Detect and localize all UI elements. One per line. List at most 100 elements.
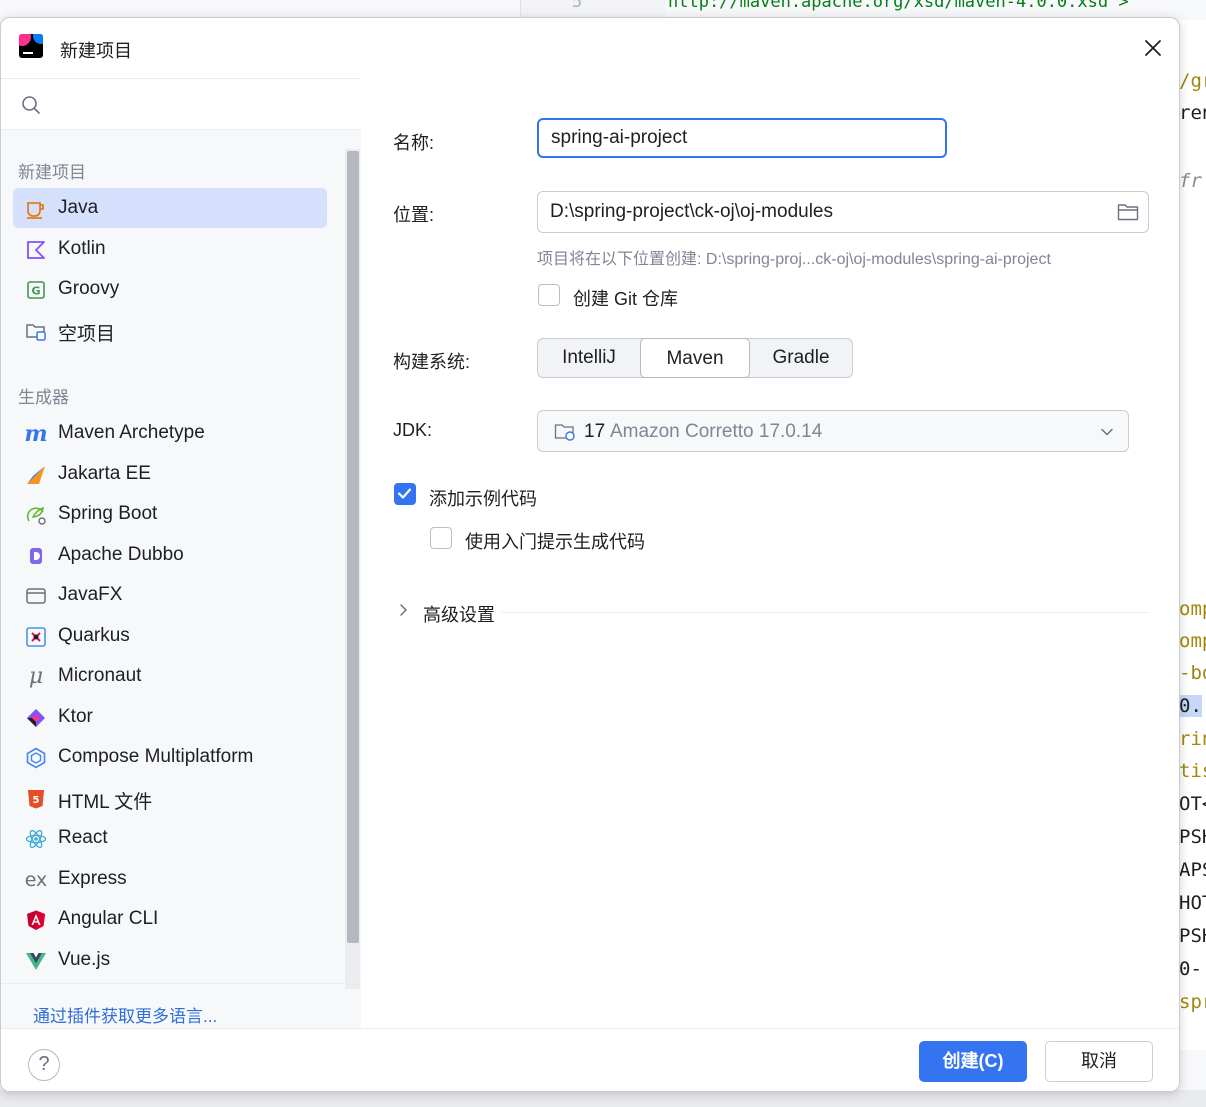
quarkus-icon [25, 626, 47, 648]
sidebar-item-label: Compose Multiplatform [58, 746, 254, 767]
java-cup-icon [25, 198, 47, 220]
chevron-down-icon [1101, 428, 1113, 436]
micronaut-icon: μ [28, 664, 44, 689]
sidebar-item-label: Maven Archetype [58, 422, 205, 443]
spring-boot-icon [25, 504, 47, 526]
sidebar-item-kotlin[interactable]: Kotlin [13, 229, 327, 269]
editor-code-fragment: rin [1179, 728, 1206, 750]
editor-code-fragment: APS [1179, 859, 1206, 881]
sidebar-scrollbar-thumb[interactable] [347, 151, 359, 943]
sidebar-item-angular-cli[interactable]: Angular CLI [13, 899, 327, 939]
sidebar-item-label: Kotlin [58, 238, 106, 259]
kotlin-icon [25, 239, 47, 261]
sidebar-item-java[interactable]: Java [13, 188, 327, 228]
vue-icon [25, 950, 47, 972]
sidebar-item-empty-project[interactable]: 空项目 [13, 310, 327, 350]
sidebar-item-html-file[interactable]: 5 HTML 文件 [13, 778, 327, 818]
sidebar-item-javafx[interactable]: JavaFX [13, 575, 327, 615]
sidebar-search-input[interactable] [1, 79, 361, 130]
gutter-line-number: 5 [572, 0, 583, 12]
cancel-button[interactable]: 取消 [1045, 1041, 1153, 1082]
create-git-repo-label: 创建 Git 仓库 [573, 289, 679, 309]
sidebar-item-vuejs[interactable]: Vue.js [13, 940, 327, 980]
sidebar-item-label: 空项目 [58, 324, 116, 345]
dubbo-icon [25, 545, 47, 567]
sidebar-item-compose-multiplatform[interactable]: Compose Multiplatform [13, 737, 327, 777]
build-option-intellij[interactable]: IntelliJ [538, 339, 640, 377]
intellij-logo-icon [19, 34, 43, 58]
sidebar-divider [1, 983, 345, 984]
sidebar-item-label: Ktor [58, 706, 93, 727]
build-option-gradle[interactable]: Gradle [750, 339, 852, 377]
name-label: 名称: [393, 133, 435, 153]
sidebar-item-quarkus[interactable]: Quarkus [13, 616, 327, 656]
help-button[interactable]: ? [28, 1049, 60, 1081]
sidebar-item-ktor[interactable]: Ktor [13, 697, 327, 737]
editor-code-fragment: 0. [1179, 695, 1202, 717]
react-icon [25, 828, 47, 850]
add-sample-code-checkbox[interactable] [394, 483, 416, 505]
location-hint: 项目将在以下位置创建: D:\spring-proj...ck-oj\oj-mo… [537, 251, 1051, 268]
editor-code-fragment: OT< [1179, 793, 1206, 815]
create-button[interactable]: 创建(C) [919, 1041, 1027, 1082]
close-icon[interactable] [1141, 36, 1165, 60]
express-icon: ex [24, 869, 48, 891]
sidebar-item-label: React [58, 827, 108, 848]
jdk-folder-icon [554, 424, 575, 441]
sidebar-item-label: Angular CLI [58, 908, 159, 929]
sidebar-item-label: Micronaut [58, 665, 142, 686]
editor-code-fragment: spr [1179, 991, 1206, 1013]
new-project-dialog: 新建项目 新建项目 Java Kotlin G Groovy 空项目 生成器 m… [0, 17, 1180, 1092]
editor-bottom-strip [0, 1090, 1206, 1107]
sidebar-item-micronaut[interactable]: μ Micronaut [13, 656, 327, 696]
build-option-maven[interactable]: Maven [640, 338, 750, 378]
dialog-footer: ? 创建(C) 取消 [1, 1028, 1179, 1091]
sidebar-item-label: HTML 文件 [58, 792, 153, 813]
editor-code-fragment: fr [1179, 170, 1202, 192]
jdk-name: Amazon Corretto 17.0.14 [610, 421, 823, 442]
get-more-languages-link[interactable]: 通过插件获取更多语言... [33, 1002, 217, 1027]
sidebar-item-label: Vue.js [58, 949, 111, 970]
svg-text:5: 5 [33, 795, 40, 806]
editor-code-line: http://maven.apache.org/xsd/maven-4.0.0.… [668, 0, 1129, 12]
groovy-icon: G [25, 279, 47, 301]
onboarding-tips-label: 使用入门提示生成代码 [465, 532, 645, 552]
project-type-sidebar: 新建项目 Java Kotlin G Groovy 空项目 生成器 m Mave… [1, 78, 361, 1091]
create-git-repo-checkbox[interactable] [538, 284, 560, 306]
jakarta-ee-icon [25, 464, 47, 486]
advanced-settings-toggle[interactable]: 高级设置 [423, 601, 495, 627]
onboarding-tips-checkbox[interactable] [430, 527, 452, 549]
svg-text:G: G [31, 285, 40, 298]
location-label: 位置: [393, 205, 435, 225]
sidebar-item-label: Express [58, 868, 127, 889]
sidebar-item-react[interactable]: React [13, 818, 327, 858]
editor-code-fragment: omp [1179, 598, 1206, 620]
sidebar-item-maven-archetype[interactable]: m Maven Archetype [13, 413, 327, 453]
section-new-project: 新建项目 [18, 163, 86, 182]
build-system-segmented-control: IntelliJ Maven Gradle [537, 338, 853, 378]
folder-icon[interactable] [1117, 202, 1139, 222]
editor-code-fragment: tis [1179, 760, 1206, 782]
chevron-right-icon[interactable] [397, 603, 409, 617]
sidebar-item-apache-dubbo[interactable]: Apache Dubbo [13, 535, 327, 575]
sidebar-item-groovy[interactable]: G Groovy [13, 269, 327, 309]
editor-code-fragment: -bo [1179, 662, 1206, 684]
sidebar-item-spring-boot[interactable]: Spring Boot [13, 494, 327, 534]
add-sample-code-label: 添加示例代码 [429, 489, 537, 509]
sidebar-item-label: Jakarta EE [58, 463, 151, 484]
html5-icon: 5 [25, 788, 47, 810]
name-input[interactable] [537, 118, 947, 158]
build-system-label: 构建系统: [393, 352, 471, 372]
editor-code-fragment: HOT [1179, 892, 1206, 914]
sidebar-item-jakarta-ee[interactable]: Jakarta EE [13, 454, 327, 494]
editor-code-fragments: /gr ren fr omp omp -bo 0. rin tis OT< PSH APS HOT PSH… [1176, 20, 1206, 1050]
jdk-version: 17 [584, 421, 606, 442]
section-generators: 生成器 [18, 388, 69, 407]
jdk-label: JDK: [393, 420, 433, 440]
sidebar-item-label: Spring Boot [58, 503, 158, 524]
location-input[interactable] [537, 191, 1149, 233]
jdk-select[interactable]: 17 Amazon Corretto 17.0.14 [537, 410, 1129, 452]
advanced-settings-divider [501, 612, 1149, 613]
sidebar-item-express[interactable]: ex Express [13, 859, 327, 899]
empty-project-icon [25, 320, 47, 342]
